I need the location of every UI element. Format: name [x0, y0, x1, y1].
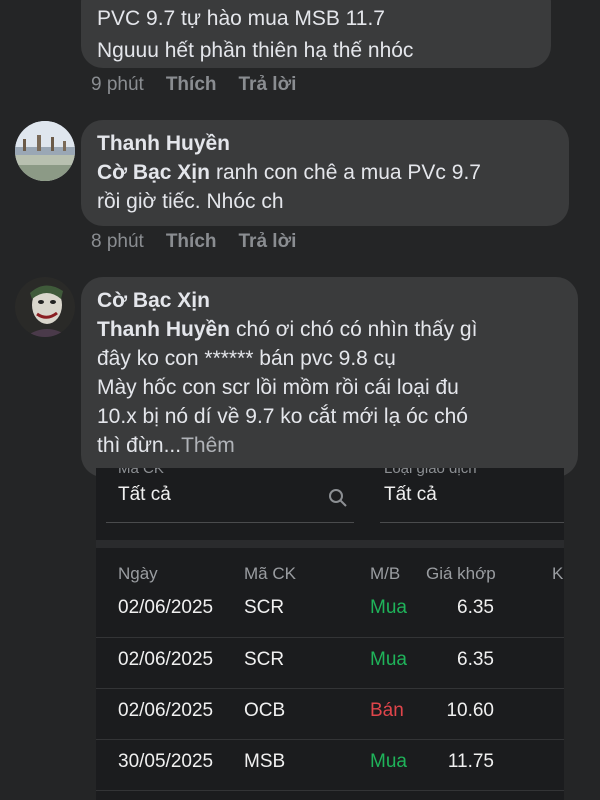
divider	[96, 688, 564, 689]
table-row: 02/06/2025 SCR Mua 6.35	[96, 649, 564, 699]
comment-actions-2: 8 phút Thích Trả lời	[91, 231, 296, 253]
divider	[380, 522, 564, 523]
stock-code-filter-label: Mã CK	[118, 468, 164, 477]
avatar[interactable]	[15, 277, 75, 337]
comment-text-line: thì đừn...	[97, 434, 182, 457]
comment-text-line: đây ko con ****** bán pvc 9.8 cụ	[97, 347, 396, 370]
divider	[106, 522, 354, 523]
like-button[interactable]: Thích	[166, 231, 217, 253]
trade-date: 30/05/2025	[118, 751, 214, 772]
trade-code: MSB	[244, 751, 286, 772]
table-row: 02/06/2025 OCB Bán 10.60	[96, 700, 564, 750]
trade-code: OCB	[244, 700, 286, 721]
trade-side: Mua	[370, 751, 407, 772]
comment-author[interactable]: Cờ Bạc Xịn	[97, 287, 562, 315]
trade-price: 11.75	[447, 751, 494, 772]
table-row: 30/05/2025 MSB Mua 11.75	[96, 751, 564, 800]
divider	[96, 739, 564, 740]
like-button[interactable]: Thích	[166, 74, 217, 96]
trade-price: 10.60	[446, 700, 494, 721]
avatar-image	[15, 121, 75, 181]
comment-text: Thanh Huyền chó ơi chó có nhìn thấy gì	[97, 315, 562, 344]
comment-bubble-3[interactable]: Cờ Bạc Xịn Thanh Huyền chó ơi chó có nhìn…	[81, 277, 578, 477]
reply-button[interactable]: Trả lời	[239, 231, 297, 253]
column-header-code: Mã CK	[244, 564, 296, 583]
trade-side: Mua	[370, 597, 407, 618]
comment-bubble-2[interactable]: Thanh Huyền Cờ Bạc Xịn ranh con chê a mua…	[81, 120, 569, 226]
comment-text-line: Nguuu hết phần thiên hạ thế nhóc	[97, 39, 414, 62]
stock-code-filter-value: Tất cả	[118, 484, 171, 505]
trade-date: 02/06/2025	[118, 597, 214, 618]
column-header-side: M/B	[370, 564, 401, 583]
trade-code: SCR	[244, 649, 285, 670]
attached-image[interactable]: Mã CK Tất cả Loại giao dịch Tất cả Ngày …	[96, 468, 564, 800]
avatar[interactable]	[15, 121, 75, 181]
comment-text-line: chó ơi chó có nhìn thấy gì	[236, 318, 478, 341]
section-separator	[96, 540, 564, 548]
mention-link[interactable]: Thanh Huyền	[97, 318, 230, 341]
column-header-date: Ngày	[118, 564, 158, 583]
comment-text: Cờ Bạc Xịn ranh con chê a mua PVc 9.7	[97, 158, 553, 187]
mention-link[interactable]: Cờ Bạc Xịn	[97, 161, 210, 184]
trade-type-filter-label: Loại giao dịch	[384, 468, 477, 477]
trade-date: 02/06/2025	[118, 649, 214, 670]
trade-price: 6.35	[457, 597, 494, 618]
comment-actions-1: 9 phút Thích Trả lời	[91, 74, 296, 96]
trade-price: 6.35	[457, 649, 494, 670]
trade-date: 02/06/2025	[118, 700, 214, 721]
divider	[96, 637, 564, 638]
comment-text: thì đừn...Thêm	[97, 431, 562, 460]
comment-bubble-1[interactable]: PVC 9.7 tự hào mua MSB 11.7 Nguuu hết ph…	[81, 0, 551, 68]
comment-text-line: PVC 9.7 tự hào mua MSB 11.7	[97, 7, 385, 30]
comment-text-line: 10.x bị nó dí về 9.7 ko cắt mới lạ óc ch…	[97, 405, 468, 428]
trade-side: Mua	[370, 649, 407, 670]
table-row: 02/06/2025 SCR Mua 6.35	[96, 597, 564, 647]
column-header-price: Giá khớp	[426, 564, 496, 583]
comment-time: 9 phút	[91, 74, 144, 95]
trade-code: SCR	[244, 597, 285, 618]
comment-text-line: ranh con chê a mua PVc 9.7	[215, 161, 481, 184]
reply-button[interactable]: Trả lời	[239, 74, 297, 96]
avatar-image	[15, 277, 75, 337]
comment-text-line: rồi giờ tiếc. Nhóc ch	[97, 190, 284, 213]
search-icon	[328, 488, 348, 513]
see-more-link[interactable]: Thêm	[181, 434, 235, 457]
comment-author[interactable]: Thanh Huyền	[97, 130, 553, 158]
comment-time: 8 phút	[91, 231, 144, 252]
trade-side: Bán	[370, 700, 404, 721]
trade-type-filter-value: Tất cả	[384, 484, 437, 505]
comment-text-line: Mày hốc con scr lồi mồm rồi cái loại đu	[97, 376, 459, 399]
column-header-volume: Kl	[552, 564, 564, 583]
divider	[96, 790, 564, 791]
